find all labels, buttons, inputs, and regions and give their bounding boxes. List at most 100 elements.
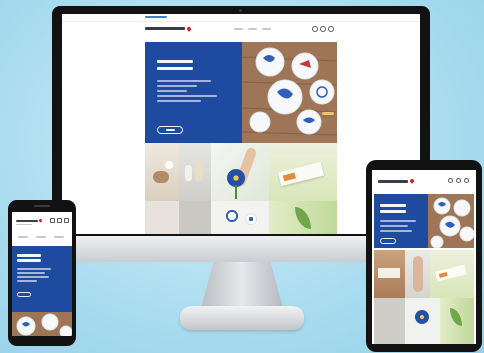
- grid-tile[interactable]: [405, 298, 440, 344]
- nav-item-1[interactable]: [18, 236, 28, 238]
- grid-tile[interactable]: [211, 201, 269, 234]
- tile-figure: [165, 161, 173, 169]
- grid-tile[interactable]: [374, 250, 405, 298]
- hero-more-button[interactable]: [157, 126, 183, 134]
- nav-item-2[interactable]: [36, 236, 46, 238]
- menu-icon[interactable]: [464, 178, 469, 183]
- hero-photo: [242, 42, 337, 143]
- site-header: [145, 24, 337, 38]
- package-stripe: [438, 272, 448, 278]
- grid-tile[interactable]: [269, 201, 337, 234]
- logo-wordmark[interactable]: [16, 220, 38, 222]
- tablet-device: [366, 160, 482, 352]
- hero-panel: [145, 42, 242, 143]
- tablet-screen: [372, 170, 476, 344]
- search-icon[interactable]: [312, 26, 318, 32]
- grid-tile[interactable]: [179, 143, 211, 201]
- account-icon[interactable]: [456, 178, 461, 183]
- monitor-camera: [239, 9, 242, 12]
- hero-photo: [12, 312, 72, 336]
- hero-headline-line-2: [17, 259, 41, 262]
- hero-more-button[interactable]: [380, 238, 396, 244]
- logo-heart-icon: [186, 26, 192, 32]
- tile-package: [435, 264, 467, 282]
- plate: [459, 226, 474, 242]
- tile-figure: [195, 161, 203, 181]
- nav-item-1[interactable]: [234, 28, 243, 30]
- logo-wordmark: [145, 27, 185, 30]
- hero-headline-line-1: [380, 204, 406, 207]
- hero-body-line-4: [157, 95, 217, 97]
- plate: [453, 199, 471, 217]
- search-icon[interactable]: [50, 218, 55, 223]
- grid-tile[interactable]: [145, 143, 179, 201]
- site-logo[interactable]: [145, 26, 193, 33]
- menu-icon[interactable]: [64, 218, 69, 223]
- phone-speaker: [34, 205, 50, 207]
- hero-body-line-3: [17, 276, 49, 278]
- top-strip-divider: [62, 21, 420, 22]
- plate: [430, 235, 444, 248]
- phone-screen: [12, 212, 72, 336]
- tile-package: [277, 161, 325, 187]
- hero-body-line-3: [380, 230, 412, 232]
- account-icon[interactable]: [57, 218, 62, 223]
- grid-tile[interactable]: [269, 143, 337, 201]
- nav-item-3[interactable]: [262, 28, 271, 30]
- monitor-neck: [200, 262, 284, 312]
- hero-body-line-5: [157, 100, 201, 102]
- account-icon[interactable]: [320, 26, 326, 32]
- plate: [41, 313, 59, 331]
- hero-body-line-1: [17, 268, 51, 270]
- hero-headline-line-2: [380, 210, 406, 213]
- search-icon[interactable]: [448, 178, 453, 183]
- monitor-base: [180, 306, 304, 330]
- nav-item-3[interactable]: [54, 236, 64, 238]
- hero-headline-line-1: [17, 254, 41, 257]
- hero-headline-line-2: [157, 67, 193, 70]
- nav-item-2[interactable]: [248, 28, 257, 30]
- plate: [59, 325, 72, 336]
- tile-figure: [185, 165, 192, 181]
- grid-tile[interactable]: [145, 201, 179, 234]
- plate: [309, 79, 335, 105]
- site-header: [372, 170, 476, 192]
- hero-body-line-2: [17, 272, 45, 274]
- tile-stem: [235, 185, 237, 199]
- grid-tile[interactable]: [430, 250, 474, 298]
- chopstick-rest: [322, 112, 334, 115]
- hero-more-button[interactable]: [17, 292, 31, 297]
- tile-leaf: [450, 308, 462, 326]
- hero-body-line-2: [157, 85, 197, 87]
- hero-body-line-3: [157, 90, 187, 92]
- product-grid: [145, 143, 337, 234]
- grid-tile[interactable]: [405, 250, 430, 298]
- tile-leaf: [295, 207, 311, 229]
- tile-shelf: [378, 268, 400, 278]
- grid-tile[interactable]: [211, 143, 269, 201]
- top-strip-link[interactable]: [145, 16, 167, 18]
- logo-wordmark[interactable]: [378, 180, 408, 183]
- menu-icon[interactable]: [328, 26, 334, 32]
- hero-body-line-2: [380, 225, 408, 227]
- logo-heart-icon: [38, 218, 43, 223]
- grid-tile[interactable]: [179, 201, 211, 234]
- site-header: [12, 212, 72, 246]
- hero-more-button-label: [166, 129, 175, 131]
- hero-photo: [428, 194, 474, 248]
- logo-tagline: [16, 224, 32, 225]
- logo-heart-icon: [409, 178, 415, 184]
- hero-panel: [12, 246, 72, 312]
- hero-body-line-4: [17, 280, 37, 282]
- package-stripe: [282, 172, 296, 182]
- hero-panel: [374, 194, 428, 248]
- tile-person: [413, 256, 423, 292]
- tile-figure: [153, 171, 169, 183]
- grid-tile[interactable]: [374, 298, 405, 344]
- plate: [249, 111, 271, 133]
- product-grid: [374, 250, 474, 344]
- hero-body-line-1: [157, 80, 211, 82]
- phone-device: [8, 200, 76, 346]
- grid-tile[interactable]: [440, 298, 474, 344]
- hero-headline-line-1: [157, 60, 193, 63]
